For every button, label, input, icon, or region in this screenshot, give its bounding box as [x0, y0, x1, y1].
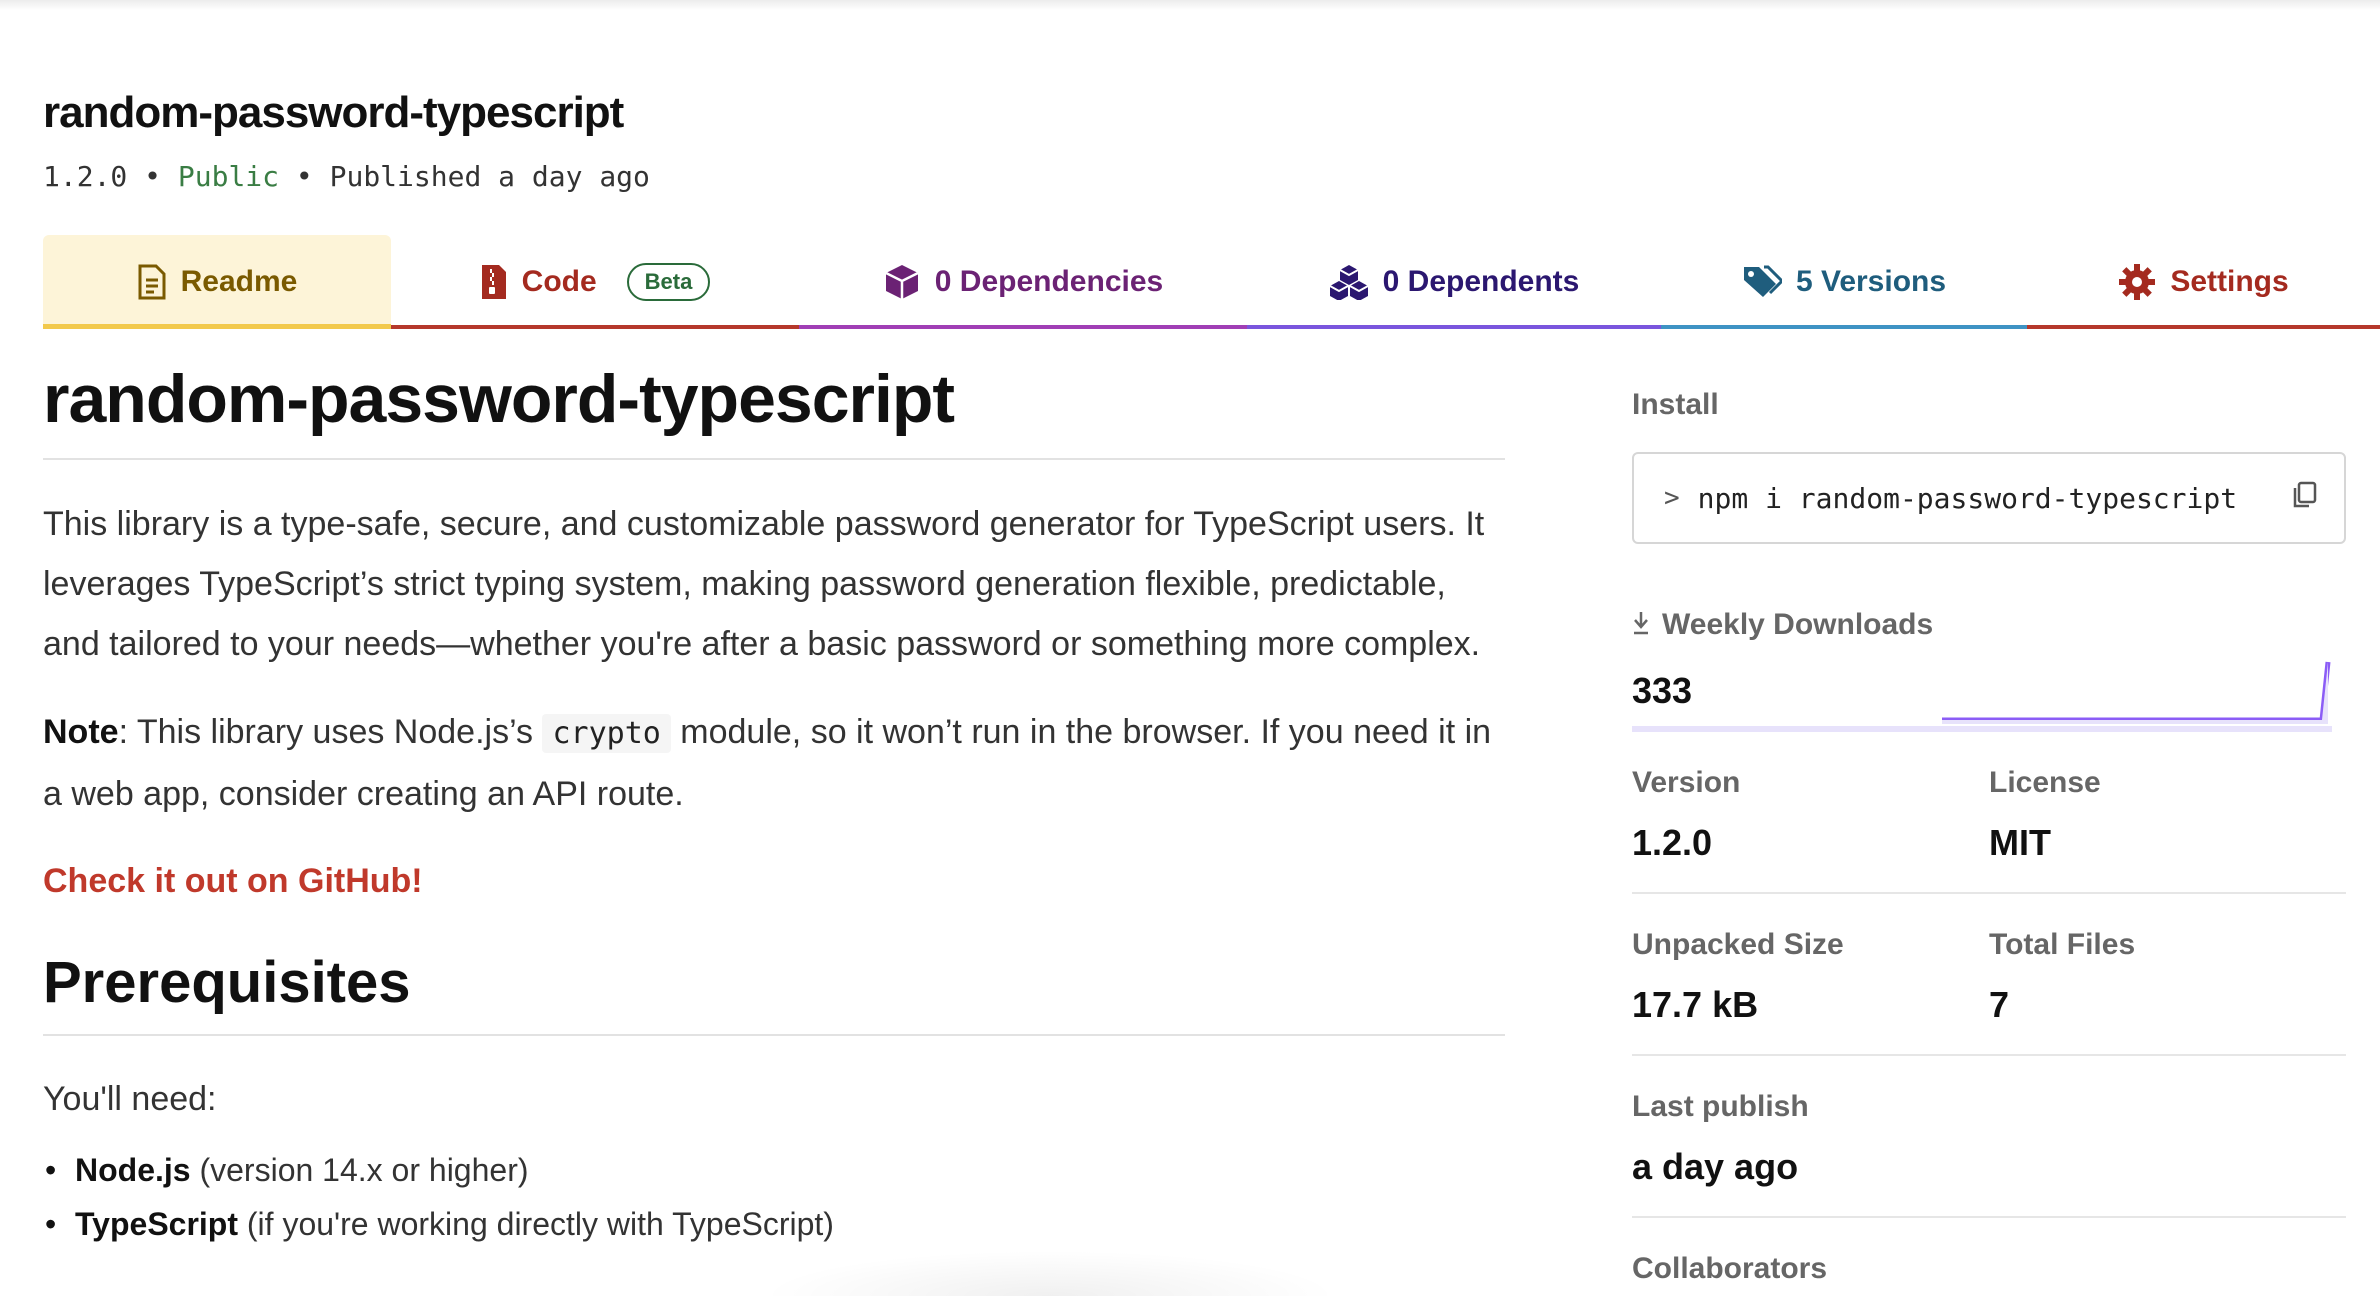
need-text: You'll need:: [43, 1080, 217, 1118]
weekly-downloads-section: Weekly Downloads 333: [1632, 608, 2346, 732]
weekly-downloads-header: Weekly Downloads: [1632, 608, 2346, 642]
version-value: 1.2.0: [1632, 822, 1713, 863]
note-label: Note: [43, 713, 119, 751]
gear-icon: [2118, 263, 2156, 301]
copy-icon[interactable]: [2292, 481, 2318, 516]
readme-title: random-password-typescript: [43, 360, 1505, 460]
note-text-before: : This library uses Node.js’s: [118, 713, 543, 751]
total-files-label: Total Files: [1989, 928, 2136, 961]
package-name: random-password-typescript: [43, 88, 624, 137]
list-item: TypeScript (if you're working directly w…: [43, 1197, 1505, 1251]
install-command[interactable]: npm i random-password-typescript: [1698, 482, 2292, 515]
requirement-detail: (if you're working directly with TypeScr…: [238, 1206, 834, 1242]
prerequisites-heading: Prerequisites: [43, 949, 1505, 1036]
tab-readme[interactable]: Readme: [43, 235, 391, 329]
package-header: random-password-typescript 1.2.0 • Publi…: [43, 88, 650, 193]
package-meta: 1.2.0 • Public • Published a day ago: [43, 160, 650, 193]
tab-dependencies-label: 0 Dependencies: [934, 265, 1164, 298]
tab-dependents-label: 0 Dependents: [1382, 265, 1580, 298]
tab-dependents-underline: [1247, 325, 1661, 329]
tab-dependencies[interactable]: 0 Dependencies: [799, 235, 1247, 329]
unpacked-size-label: Unpacked Size: [1632, 928, 1844, 961]
last-publish-value: a day ago: [1632, 1146, 1799, 1187]
published-label: Published a day ago: [329, 160, 650, 193]
tab-settings[interactable]: Settings: [2027, 235, 2380, 329]
tab-code-label: Code: [521, 265, 597, 298]
version-label: Version: [1632, 766, 1741, 799]
sparkline-baseline: [1632, 726, 2332, 732]
collaborators-label: Collaborators: [1632, 1252, 1828, 1285]
download-icon: [1632, 610, 1650, 641]
downloads-sparkline: [1942, 661, 2331, 724]
readme-note: Note: This library uses Node.js’s crypto…: [43, 702, 1505, 824]
meta-separator: •: [295, 160, 313, 193]
tab-versions[interactable]: 5 Versions: [1661, 235, 2027, 329]
tab-versions-underline: [1661, 325, 2027, 329]
install-label: Install: [1632, 388, 1719, 421]
package-tabs: Readme Code Beta 0 Dependencies 0 Depend…: [43, 235, 2380, 329]
tab-settings-label: Settings: [2170, 265, 2289, 298]
prompt-icon: >: [1664, 483, 1680, 513]
top-shadow: [0, 0, 2380, 10]
crypto-code: crypto: [542, 714, 671, 753]
readme-intro: This library is a type-safe, secure, and…: [43, 505, 1485, 663]
requirement-name: TypeScript: [75, 1206, 238, 1242]
package-sidebar: Install > npm i random-password-typescri…: [1632, 388, 2346, 1286]
size-files-row: Unpacked Size 17.7 kB Total Files 7: [1632, 894, 2346, 1056]
tab-settings-underline: [2027, 325, 2380, 329]
unpacked-size-stat: Unpacked Size 17.7 kB: [1632, 894, 1989, 1054]
unpacked-size-value: 17.7 kB: [1632, 984, 1759, 1025]
total-files-stat: Total Files 7: [1989, 894, 2346, 1054]
package-version: 1.2.0: [43, 160, 128, 193]
last-publish-label: Last publish: [1632, 1090, 1809, 1123]
tab-versions-label: 5 Versions: [1795, 265, 1947, 298]
tags-icon: [1742, 265, 1782, 299]
weekly-downloads-label: Weekly Downloads: [1662, 608, 1934, 641]
license-value: MIT: [1989, 822, 2051, 863]
readme-file-icon: [137, 264, 167, 300]
tab-dependents[interactable]: 0 Dependents: [1247, 235, 1661, 329]
visibility-label: Public: [177, 160, 280, 193]
requirement-detail: (version 14.x or higher): [190, 1152, 529, 1188]
tab-code-underline: [391, 325, 799, 329]
tab-readme-label: Readme: [180, 265, 298, 298]
github-link[interactable]: Check it out on GitHub!: [43, 862, 1505, 901]
tab-readme-underline: [43, 324, 391, 329]
code-zip-icon: [480, 263, 508, 301]
total-files-value: 7: [1989, 984, 2010, 1025]
list-item: Node.js (version 14.x or higher): [43, 1143, 1505, 1197]
meta-separator: •: [144, 160, 162, 193]
beta-badge: Beta: [626, 263, 711, 301]
last-publish-stat: Last publish a day ago: [1632, 1056, 2346, 1218]
install-command-box[interactable]: > npm i random-password-typescript: [1632, 452, 2346, 544]
box-icon: [883, 263, 921, 301]
tab-code[interactable]: Code Beta: [391, 235, 799, 329]
cubes-icon: [1329, 264, 1369, 300]
readme-content: random-password-typescript This library …: [43, 360, 1505, 1251]
license-stat: License MIT: [1989, 732, 2346, 892]
tab-dependencies-underline: [799, 325, 1247, 329]
version-license-row: Version 1.2.0 License MIT: [1632, 732, 2346, 894]
version-stat: Version 1.2.0: [1632, 732, 1989, 892]
bottom-shadow: [760, 1250, 1340, 1296]
requirements-list: Node.js (version 14.x or higher) TypeScr…: [43, 1143, 1505, 1251]
requirement-name: Node.js: [75, 1152, 191, 1188]
license-label: License: [1989, 766, 2101, 799]
